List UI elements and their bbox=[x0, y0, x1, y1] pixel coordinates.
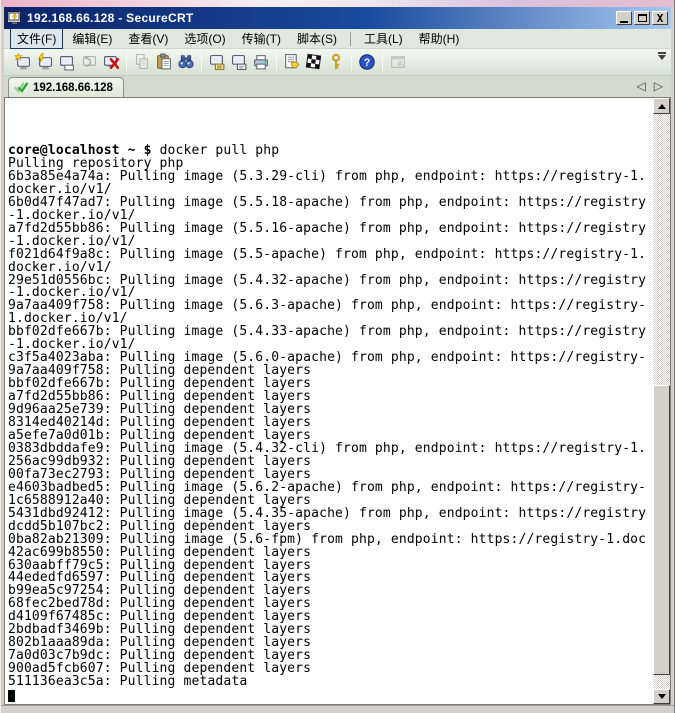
raw-log-session-button[interactable] bbox=[228, 51, 250, 73]
menu-separator bbox=[350, 32, 351, 46]
toolbar-separator bbox=[126, 52, 127, 72]
maximize-icon bbox=[638, 14, 647, 22]
reconnect-button[interactable] bbox=[78, 51, 100, 73]
close-button[interactable]: X bbox=[652, 11, 668, 25]
session-locked-button[interactable]: A bbox=[387, 51, 409, 73]
key-icon bbox=[327, 53, 345, 71]
session-tab-label: 192.168.66.128 bbox=[33, 82, 113, 94]
window-bottom-edge bbox=[1, 705, 674, 713]
arrow-up-icon bbox=[658, 104, 666, 109]
session-options-button[interactable] bbox=[281, 51, 303, 73]
help-icon: ? bbox=[358, 53, 376, 71]
menu-item-1[interactable]: 文件(F) bbox=[10, 28, 63, 49]
minimize-button[interactable] bbox=[616, 11, 632, 25]
copy-icon bbox=[133, 53, 151, 71]
connect-in-tab-icon bbox=[58, 53, 76, 71]
raw-log-session-icon bbox=[230, 53, 248, 71]
vertical-scrollbar[interactable] bbox=[653, 98, 670, 704]
print-button[interactable] bbox=[250, 51, 272, 73]
connect-in-tab-button[interactable] bbox=[56, 51, 78, 73]
securecrt-window: 192.168.66.128 - SecureCRT X 文件(F)编辑(E)查… bbox=[0, 0, 675, 713]
terminal-line: 511136ea3c5a: Pulling metadata bbox=[8, 676, 653, 689]
chevron-down-icon bbox=[658, 55, 666, 60]
reconnect-icon bbox=[80, 53, 98, 71]
terminal-cursor bbox=[8, 690, 15, 702]
app-icon bbox=[7, 10, 23, 26]
svg-text:A: A bbox=[397, 59, 403, 68]
menu-item-5[interactable]: 传输(T) bbox=[235, 28, 288, 49]
global-options-button[interactable] bbox=[303, 51, 325, 73]
log-session-button[interactable] bbox=[206, 51, 228, 73]
session-tab[interactable]: 192.168.66.128 bbox=[8, 77, 124, 97]
manage-keys-button[interactable] bbox=[325, 51, 347, 73]
tab-scroll-left-button[interactable]: ◁ bbox=[637, 79, 646, 93]
paste-button[interactable] bbox=[153, 51, 175, 73]
toolbar-separator bbox=[276, 52, 277, 72]
menu-bar: 文件(F)编辑(E)查看(V)选项(O)传输(T)脚本(S) 工具(L)帮助(H) bbox=[4, 29, 671, 49]
arrow-down-icon bbox=[658, 694, 666, 699]
quick-connect-icon bbox=[36, 53, 54, 71]
menu-item-2[interactable]: 编辑(E) bbox=[65, 28, 119, 49]
connected-check-icon bbox=[14, 81, 29, 94]
toolbar-separator bbox=[201, 52, 202, 72]
tab-scroll-right-button[interactable]: ▷ bbox=[654, 79, 663, 93]
title-bar[interactable]: 192.168.66.128 - SecureCRT X bbox=[4, 7, 671, 29]
scroll-up-button[interactable] bbox=[653, 98, 670, 114]
connect-button[interactable] bbox=[12, 51, 34, 73]
terminal-cursor-line bbox=[8, 689, 653, 702]
scrollbar-thumb[interactable] bbox=[653, 385, 670, 675]
maximize-button[interactable] bbox=[634, 11, 650, 25]
menu-item-6[interactable]: 脚本(S) bbox=[290, 28, 344, 49]
print-icon bbox=[252, 53, 270, 71]
global-options-icon bbox=[305, 53, 323, 71]
terminal-output: Pulling repository php6b3a85e4a74a: Pull… bbox=[8, 158, 653, 689]
toolbar-overflow-button[interactable] bbox=[655, 52, 669, 60]
log-session-icon bbox=[208, 53, 226, 71]
terminal-pane[interactable]: core@localhost ~ $ docker pull php Pulli… bbox=[4, 97, 671, 705]
menu-item-4[interactable]: 选项(O) bbox=[177, 28, 232, 49]
toolbar-separator bbox=[351, 52, 352, 72]
scroll-down-button[interactable] bbox=[653, 689, 670, 704]
toolbar-separator bbox=[382, 52, 383, 72]
session-options-icon bbox=[283, 53, 301, 71]
help-button[interactable]: ? bbox=[356, 51, 378, 73]
menu-item-3[interactable]: 查看(V) bbox=[121, 28, 175, 49]
terminal-content[interactable]: core@localhost ~ $ docker pull php Pulli… bbox=[5, 98, 653, 704]
find-button[interactable] bbox=[175, 51, 197, 73]
window-title: 192.168.66.128 - SecureCRT bbox=[27, 11, 616, 25]
toolbar-overflow-icon bbox=[658, 52, 666, 54]
paste-icon bbox=[155, 53, 173, 71]
close-icon: X bbox=[657, 13, 664, 24]
quick-connect-button[interactable] bbox=[34, 51, 56, 73]
window-top-edge bbox=[1, 0, 674, 7]
disconnect-button[interactable] bbox=[100, 51, 122, 73]
minimize-icon bbox=[620, 21, 628, 23]
session-locked-icon: A bbox=[389, 53, 407, 71]
disconnect-icon bbox=[102, 53, 120, 71]
menu-item-7[interactable]: 工具(L) bbox=[357, 28, 410, 49]
find-icon bbox=[177, 53, 195, 71]
connect-icon bbox=[14, 53, 32, 71]
svg-text:?: ? bbox=[364, 57, 370, 69]
copy-button[interactable] bbox=[131, 51, 153, 73]
menu-item-8[interactable]: 帮助(H) bbox=[412, 28, 467, 49]
tab-bar: 192.168.66.128 ◁ ▷ bbox=[4, 76, 671, 97]
toolbar: ? A bbox=[4, 49, 671, 76]
